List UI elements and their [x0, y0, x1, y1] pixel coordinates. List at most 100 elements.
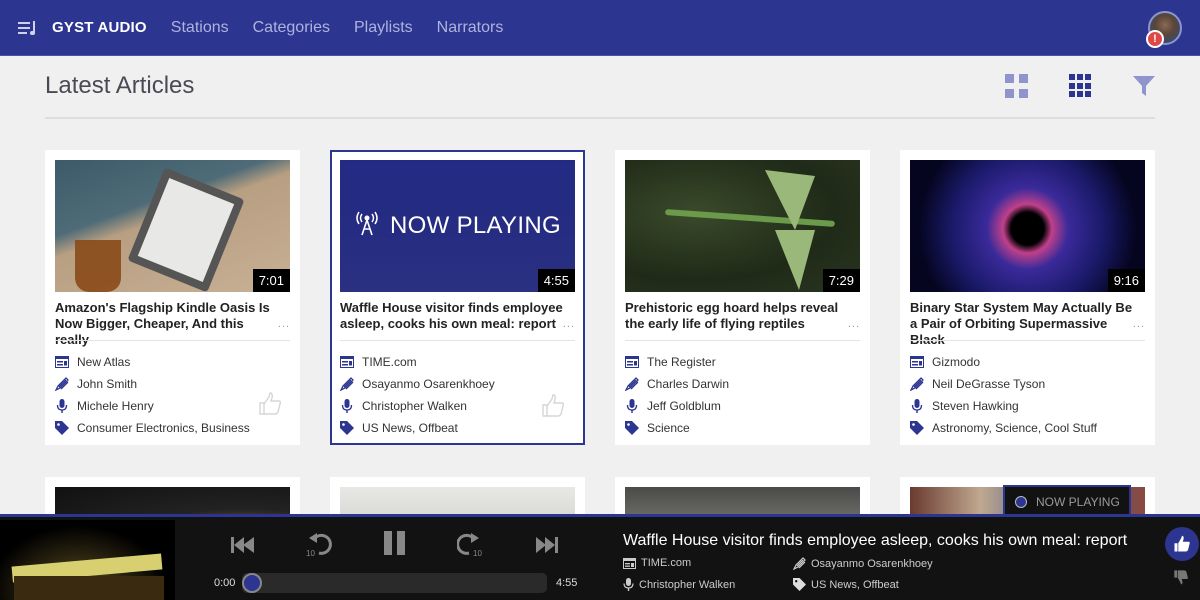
publisher-name[interactable]: TIME.com [362, 355, 417, 369]
publisher-name[interactable]: New Atlas [77, 355, 130, 369]
author-pen-icon [55, 377, 69, 391]
player-author[interactable]: Osayanmo Osarenkhoey [811, 558, 933, 570]
article-thumbnail[interactable]: 9:16 [910, 160, 1145, 292]
pause-button[interactable] [381, 529, 409, 557]
narrator-mic-icon [625, 399, 639, 413]
article-tags[interactable]: Astronomy, Science, Cool Stuff [932, 421, 1097, 435]
now-playing-dot-icon [1015, 496, 1027, 508]
nav-link-playlists[interactable]: Playlists [354, 19, 413, 37]
player-publisher[interactable]: TIME.com [641, 557, 691, 569]
audio-player: 10 10 0:00 4:55 Waffle House visitor fin… [0, 514, 1200, 600]
card-divider [625, 340, 860, 341]
card-divider [55, 340, 290, 341]
thumbs-up-icon [1174, 535, 1190, 552]
article-tags[interactable]: Science [647, 421, 690, 435]
like-button[interactable] [1165, 527, 1199, 561]
now-playing-tab[interactable]: NOW PLAYING [1003, 485, 1131, 517]
publisher-icon [625, 355, 639, 369]
narrator-mic-icon [340, 399, 354, 413]
author-pen-icon [910, 377, 924, 391]
player-narrator[interactable]: Christopher Walken [639, 579, 735, 591]
page-title: Latest Articles [45, 72, 195, 99]
tag-icon [55, 421, 69, 435]
nav-link-categories[interactable]: Categories [253, 19, 330, 37]
next-track-icon[interactable] [533, 531, 561, 559]
tag-icon [340, 421, 354, 435]
article-thumbnail[interactable]: 7:29 [625, 160, 860, 292]
more-options-button[interactable]: ... [848, 318, 860, 330]
nav-link-stations[interactable]: Stations [171, 19, 229, 37]
publisher-icon [55, 355, 69, 369]
svg-text:10: 10 [306, 549, 315, 558]
elapsed-time: 0:00 [214, 577, 236, 589]
author-name[interactable]: John Smith [77, 377, 137, 391]
author-name[interactable]: Charles Darwin [647, 377, 729, 391]
now-playing-tab-label: NOW PLAYING [1036, 495, 1120, 509]
playlist-menu-icon[interactable] [18, 20, 38, 36]
article-thumbnail[interactable]: NOW PLAYING 4:55 [340, 160, 575, 292]
tag-icon [793, 578, 806, 591]
player-article-title[interactable]: Waffle House visitor finds employee asle… [623, 532, 1127, 550]
publisher-icon [340, 355, 354, 369]
publisher-icon [623, 557, 636, 569]
article-tags[interactable]: Consumer Electronics, Business [77, 421, 250, 435]
card-divider [910, 340, 1145, 341]
article-title[interactable]: Waffle House visitor finds employee asle… [340, 300, 565, 332]
narrator-name[interactable]: Steven Hawking [932, 399, 1019, 413]
thumbs-down-icon [1174, 570, 1188, 585]
brand-logo[interactable]: GYST AUDIO [52, 19, 147, 36]
article-card[interactable]: 7:01 Amazon's Flagship Kindle Oasis Is N… [45, 150, 300, 445]
duration-badge: 4:55 [537, 269, 575, 292]
publisher-name[interactable]: Gizmodo [932, 355, 980, 369]
article-thumbnail[interactable]: 7:01 [55, 160, 290, 292]
narrator-mic-icon [623, 578, 634, 591]
author-name[interactable]: Osayanmo Osarenkhoey [362, 377, 495, 391]
duration-badge: 7:01 [252, 269, 290, 292]
more-options-button[interactable]: ... [1133, 318, 1145, 330]
player-artwork[interactable] [0, 520, 175, 600]
narrator-mic-icon [910, 399, 924, 413]
progress-slider[interactable] [242, 573, 547, 593]
publisher-icon [910, 355, 924, 369]
duration-badge: 7:29 [822, 269, 860, 292]
author-pen-icon [793, 557, 806, 570]
duration-badge: 9:16 [1107, 269, 1145, 292]
article-card[interactable]: 9:16 Binary Star System May Actually Be … [900, 150, 1155, 445]
like-thumbs-up-icon[interactable] [258, 392, 282, 416]
nav-link-narrators[interactable]: Narrators [437, 19, 504, 37]
more-options-button[interactable]: ... [278, 318, 290, 330]
like-thumbs-up-icon[interactable] [541, 394, 565, 418]
dislike-button[interactable] [1173, 569, 1191, 587]
tag-icon [910, 421, 924, 435]
article-tags[interactable]: US News, Offbeat [362, 421, 458, 435]
rewind-10-icon[interactable]: 10 [305, 531, 333, 559]
small-grid-view-icon[interactable] [1069, 74, 1093, 98]
article-card-now-playing[interactable]: NOW PLAYING 4:55 Waffle House visitor fi… [330, 150, 585, 445]
author-pen-icon [340, 377, 354, 391]
now-playing-label: NOW PLAYING [390, 212, 561, 239]
large-grid-view-icon[interactable] [1005, 74, 1029, 98]
narrator-name[interactable]: Christopher Walken [362, 399, 467, 413]
total-time: 4:55 [556, 577, 578, 589]
tag-icon [625, 421, 639, 435]
top-navbar: GYST AUDIO Stations Categories Playlists… [0, 0, 1200, 56]
narrator-mic-icon [55, 399, 69, 413]
narrator-name[interactable]: Jeff Goldblum [647, 399, 721, 413]
card-divider [340, 340, 575, 341]
publisher-name[interactable]: The Register [647, 355, 716, 369]
author-pen-icon [625, 377, 639, 391]
player-tags[interactable]: US News, Offbeat [811, 579, 899, 591]
article-title[interactable]: Prehistoric egg hoard helps reveal the e… [625, 300, 850, 332]
previous-track-icon[interactable] [229, 531, 257, 559]
narrator-name[interactable]: Michele Henry [77, 399, 154, 413]
filter-icon[interactable] [1132, 74, 1156, 98]
broadcast-tower-icon [354, 210, 380, 243]
more-options-button[interactable]: ... [563, 318, 575, 330]
svg-text:10: 10 [473, 549, 482, 558]
article-card[interactable]: 7:29 Prehistoric egg hoard helps reveal … [615, 150, 870, 445]
forward-10-icon[interactable]: 10 [457, 531, 485, 559]
author-name[interactable]: Neil DeGrasse Tyson [932, 377, 1045, 391]
alert-badge-icon: ! [1146, 30, 1164, 48]
header-divider [45, 117, 1155, 119]
progress-handle[interactable] [242, 573, 262, 593]
